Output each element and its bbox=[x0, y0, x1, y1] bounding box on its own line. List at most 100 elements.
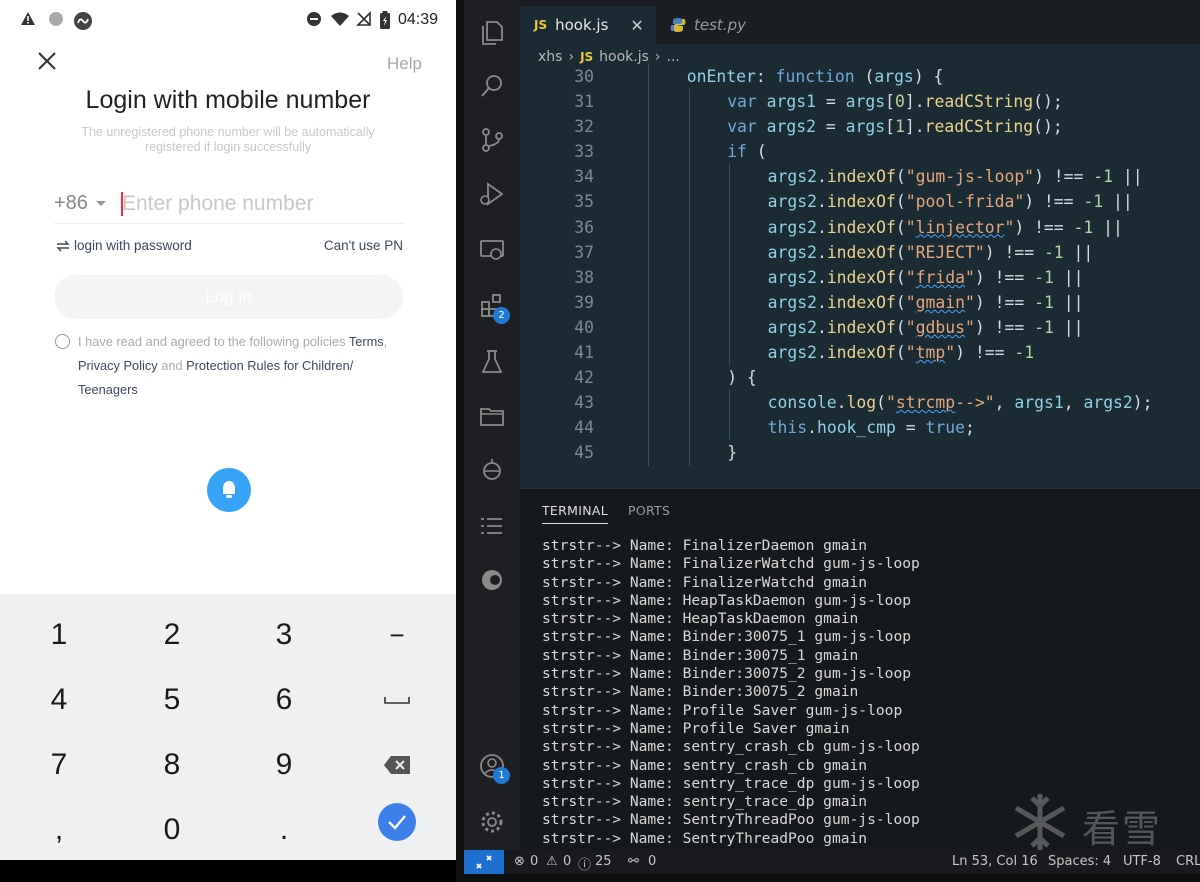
login-with-password-link[interactable]: login with password bbox=[56, 238, 192, 253]
phone-number-input[interactable] bbox=[122, 190, 392, 218]
cursor-position[interactable]: Ln 53, Col 16 bbox=[952, 854, 1038, 869]
tab-test-py[interactable]: test.py bbox=[656, 6, 796, 44]
ports-count[interactable]: 0 bbox=[648, 854, 656, 869]
line-ending[interactable]: CRL bbox=[1176, 854, 1200, 869]
key-2[interactable]: 2 bbox=[116, 603, 228, 667]
key-6[interactable]: 6 bbox=[228, 668, 340, 732]
terms-link[interactable]: Terms bbox=[349, 334, 384, 349]
code-line[interactable]: 38 args2.indexOf("frida") !== -1 || bbox=[520, 264, 1200, 290]
key-comma[interactable]: , bbox=[3, 798, 115, 862]
backspace-icon bbox=[384, 756, 410, 774]
info-icon[interactable]: ⓘ bbox=[578, 854, 591, 873]
indent-guide bbox=[648, 139, 650, 165]
run-debug-icon[interactable] bbox=[478, 180, 506, 208]
code-line[interactable]: 41 args2.indexOf("tmp") !== -1 bbox=[520, 340, 1200, 366]
code-line[interactable]: 45} bbox=[520, 440, 1200, 466]
code-line[interactable]: 43 console.log("strcmp-->", args1, args2)… bbox=[520, 390, 1200, 416]
code-line[interactable]: 44 this.hook_cmp = true; bbox=[520, 415, 1200, 441]
indent-guide bbox=[729, 164, 731, 190]
cant-use-pn-link[interactable]: Can't use PN bbox=[324, 238, 403, 253]
key-5[interactable]: 5 bbox=[116, 668, 228, 732]
terminal-line: strstr--> Name: Binder:30075_1 gum-js-lo… bbox=[542, 628, 912, 646]
encoding[interactable]: UTF-8 bbox=[1123, 854, 1161, 869]
info-count[interactable]: 25 bbox=[595, 854, 612, 869]
country-code-selector[interactable]: +86 bbox=[54, 192, 88, 215]
key-4[interactable]: 4 bbox=[3, 668, 115, 732]
privacy-policy-link[interactable]: Privacy Policy bbox=[78, 358, 158, 373]
code-text: args2.indexOf("tmp") !== -1 bbox=[767, 343, 1035, 363]
tab-terminal[interactable]: TERMINAL bbox=[542, 503, 608, 524]
dnd-icon bbox=[306, 11, 322, 27]
key-9[interactable]: 9 bbox=[228, 733, 340, 797]
key-8[interactable]: 8 bbox=[116, 733, 228, 797]
line-number: 39 bbox=[574, 292, 594, 312]
agree-radio[interactable] bbox=[55, 334, 70, 349]
chevron-down-icon[interactable] bbox=[96, 201, 106, 206]
page-title: Login with mobile number bbox=[85, 86, 371, 114]
indent-guide bbox=[648, 314, 650, 341]
indentation[interactable]: Spaces: 4 bbox=[1048, 854, 1111, 869]
remote-indicator[interactable] bbox=[464, 850, 504, 874]
terminal-line: strstr--> Name: Binder:30075_2 gmain bbox=[542, 683, 859, 701]
code-line[interactable]: 42) { bbox=[520, 365, 1200, 391]
terminal-output[interactable]: strstr--> Name: FinalizerDaemon gmain str… bbox=[542, 537, 920, 848]
indent-guide bbox=[729, 264, 731, 290]
code-line[interactable]: 40 args2.indexOf("gdbus") !== -1 || bbox=[520, 314, 1200, 341]
key-minus[interactable]: − bbox=[341, 603, 453, 667]
indent-guide bbox=[688, 314, 690, 341]
key-space[interactable] bbox=[341, 668, 453, 732]
js-file-icon: JS bbox=[580, 50, 594, 64]
terminal-line: strstr--> Name: SentryThreadPoo gmain bbox=[542, 829, 868, 847]
search-icon[interactable] bbox=[478, 72, 506, 100]
key-3[interactable]: 3 bbox=[228, 603, 340, 667]
code-line[interactable]: 35 args2.indexOf("pool-frida") !== -1 || bbox=[520, 189, 1200, 215]
warning-icon[interactable]: ⚠ bbox=[546, 854, 558, 869]
code-line[interactable]: 31 var args1 = args[0].readCString(); bbox=[520, 89, 1200, 115]
code-line[interactable]: 36 args2.indexOf("linjector") !== -1 || bbox=[520, 214, 1200, 240]
key-confirm[interactable] bbox=[341, 790, 453, 854]
code-line[interactable]: 33 if ( bbox=[520, 139, 1200, 165]
list-icon[interactable] bbox=[478, 512, 506, 540]
login-button[interactable]: Log in bbox=[54, 275, 403, 319]
indent-guide bbox=[648, 214, 650, 240]
breadcrumb-file[interactable]: hook.js bbox=[599, 49, 649, 65]
breadcrumb-symbol[interactable]: ... bbox=[667, 49, 680, 65]
breadcrumb-folder[interactable]: xhs bbox=[538, 49, 562, 65]
indent-guide bbox=[688, 189, 690, 215]
remote-explorer-icon[interactable] bbox=[478, 236, 506, 264]
error-icon[interactable]: ⊗ bbox=[514, 854, 525, 869]
code-line[interactable]: 39 args2.indexOf("gmain") !== -1 || bbox=[520, 289, 1200, 315]
copilot-icon[interactable] bbox=[478, 566, 506, 594]
key-0[interactable]: 0 bbox=[116, 798, 228, 862]
circle-icon bbox=[48, 11, 64, 27]
line-number: 36 bbox=[574, 217, 594, 237]
indent-guide bbox=[729, 340, 731, 366]
code-line[interactable]: 37 args2.indexOf("REJECT") !== -1 || bbox=[520, 239, 1200, 265]
code-editor[interactable]: 30 onEnter: function (args) {31 var args1 … bbox=[520, 64, 1200, 466]
confirm-button[interactable] bbox=[378, 803, 416, 841]
error-count[interactable]: 0 bbox=[530, 854, 538, 869]
help-link[interactable]: Help bbox=[387, 54, 422, 74]
code-line[interactable]: 34 args2.indexOf("gum-js-loop") !== -1 || bbox=[520, 164, 1200, 190]
folder-icon[interactable] bbox=[478, 402, 506, 430]
key-1[interactable]: 1 bbox=[3, 603, 115, 667]
code-line[interactable]: 30 onEnter: function (args) { bbox=[520, 64, 1200, 90]
indent-guide bbox=[648, 89, 650, 115]
tab-hook-js[interactable]: JS hook.js ✕ bbox=[520, 6, 656, 44]
ports-icon[interactable]: ⚯ bbox=[628, 854, 639, 869]
key-period[interactable]: . bbox=[228, 798, 340, 862]
source-control-icon[interactable] bbox=[478, 126, 506, 154]
code-line[interactable]: 32 var args2 = args[1].readCString(); bbox=[520, 114, 1200, 140]
explorer-icon[interactable] bbox=[478, 18, 506, 46]
indent-guide bbox=[688, 239, 690, 265]
support-chat-button[interactable] bbox=[207, 468, 251, 512]
tab-ports[interactable]: PORTS bbox=[628, 503, 670, 518]
settings-gear-icon[interactable] bbox=[478, 808, 506, 836]
warning-count[interactable]: 0 bbox=[563, 854, 571, 869]
key-backspace[interactable] bbox=[341, 733, 453, 797]
key-7[interactable]: 7 bbox=[3, 733, 115, 797]
timeline-icon[interactable] bbox=[478, 456, 506, 484]
close-icon[interactable] bbox=[36, 50, 58, 72]
testing-flask-icon[interactable] bbox=[478, 348, 506, 376]
close-icon[interactable]: ✕ bbox=[630, 16, 643, 35]
